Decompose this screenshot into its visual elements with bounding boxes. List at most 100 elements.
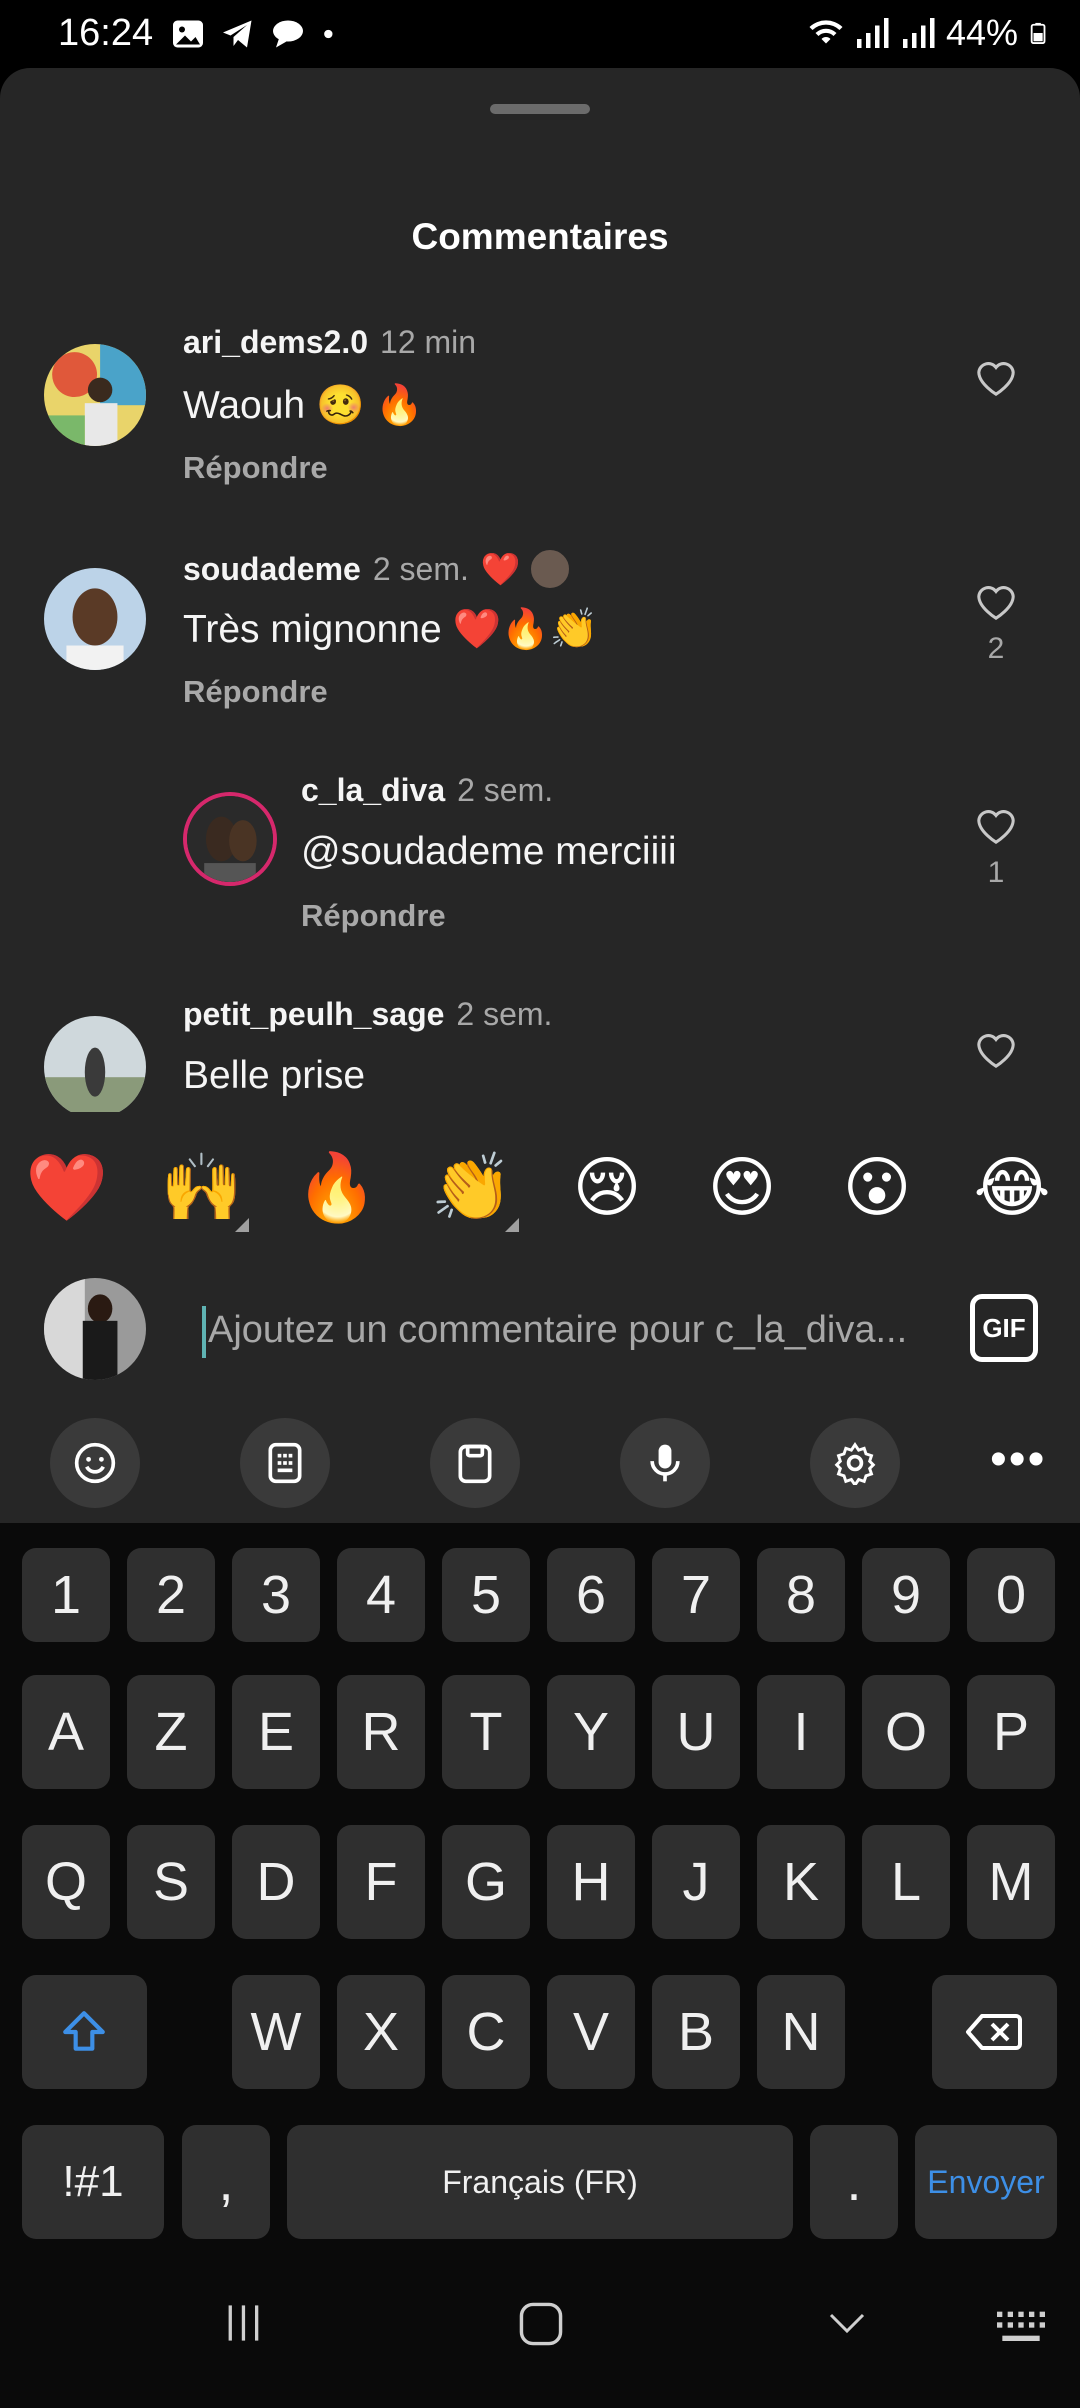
key-l[interactable]: L (862, 1825, 950, 1939)
status-time: 16:24 (58, 12, 154, 54)
reaction-clap[interactable]: 👏 (427, 1142, 519, 1232)
comment-time: 2 sem. (372, 550, 469, 587)
key-z[interactable]: Z (127, 1675, 215, 1789)
keyboard-toolbar: ••• (0, 1410, 1080, 1520)
key-o[interactable]: O (862, 1675, 950, 1789)
reaction-surprised[interactable]: 😮 (832, 1142, 922, 1232)
key-i[interactable]: I (757, 1675, 845, 1789)
symbols-key[interactable]: !#1 (22, 2125, 164, 2239)
shift-key[interactable] (22, 1975, 147, 2089)
key-h[interactable]: H (547, 1825, 635, 1939)
comment-text: Belle prise (183, 1054, 366, 1097)
clipboard-button[interactable] (430, 1418, 520, 1508)
smiley-icon (74, 1442, 116, 1484)
like-button[interactable] (966, 1028, 1026, 1070)
keyboard-settings-button[interactable] (810, 1418, 900, 1508)
reaction-fire[interactable]: 🔥 (292, 1142, 382, 1232)
gif-button[interactable]: GIF (970, 1294, 1038, 1362)
backspace-key[interactable] (932, 1975, 1057, 2089)
like-button[interactable]: 1 (966, 804, 1026, 890)
key-s[interactable]: S (127, 1825, 215, 1939)
heart-icon (977, 1034, 1015, 1068)
key-3[interactable]: 3 (232, 1548, 320, 1642)
comment-username[interactable]: ari_dems2.0 (183, 324, 368, 361)
more-options-icon[interactable]: ••• (990, 1436, 1046, 1484)
key-n[interactable]: N (757, 1975, 845, 2089)
key-t[interactable]: T (442, 1675, 530, 1789)
key-9[interactable]: 9 (862, 1548, 950, 1642)
clipboard-icon (458, 1444, 492, 1484)
telegram-icon (223, 20, 252, 48)
like-button[interactable] (966, 356, 1026, 398)
home-icon[interactable] (518, 2301, 564, 2347)
reply-button[interactable]: Répondre (301, 898, 446, 934)
comment-header: petit_peulh_sage 2 sem. (183, 996, 552, 1033)
comment-username[interactable]: c_la_diva (301, 772, 445, 809)
key-w[interactable]: W (232, 1975, 320, 2089)
reaction-laughing[interactable]: 😂 (967, 1142, 1057, 1232)
key-4[interactable]: 4 (337, 1548, 425, 1642)
key-m[interactable]: M (967, 1825, 1055, 1939)
avatar[interactable] (44, 344, 146, 446)
system-icons: 44% (808, 12, 1050, 54)
key-x[interactable]: X (337, 1975, 425, 2089)
key-d[interactable]: D (232, 1825, 320, 1939)
send-key[interactable]: Envoyer (915, 2125, 1057, 2239)
period-key[interactable]: . (810, 2125, 898, 2239)
chat-icon (273, 20, 303, 48)
space-key[interactable]: Français (FR) (287, 2125, 793, 2239)
like-count: 2 (987, 632, 1005, 665)
reply-button[interactable]: Répondre (183, 674, 328, 710)
key-g[interactable]: G (442, 1825, 530, 1939)
recent-apps-icon[interactable] (222, 2301, 266, 2345)
key-p[interactable]: P (967, 1675, 1055, 1789)
key-v[interactable]: V (547, 1975, 635, 2089)
comma-key[interactable]: , (182, 2125, 270, 2239)
key-f[interactable]: F (337, 1825, 425, 1939)
emoji-keyboard-button[interactable] (50, 1418, 140, 1508)
key-e[interactable]: E (232, 1675, 320, 1789)
key-q[interactable]: Q (22, 1825, 110, 1939)
key-u[interactable]: U (652, 1675, 740, 1789)
avatar[interactable] (44, 568, 146, 670)
like-button[interactable]: 2 (966, 580, 1026, 666)
voice-input-button[interactable] (620, 1418, 710, 1508)
reaction-heart[interactable]: ❤️ (22, 1142, 112, 1232)
key-8[interactable]: 8 (757, 1548, 845, 1642)
key-1[interactable]: 1 (22, 1548, 110, 1642)
creator-liked-badge: ❤️ (480, 551, 521, 587)
avatar[interactable] (44, 1016, 146, 1112)
key-j[interactable]: J (652, 1825, 740, 1939)
sheet-drag-handle[interactable] (490, 104, 590, 114)
key-y[interactable]: Y (547, 1675, 635, 1789)
comment-text: @soudademe merciiii (301, 830, 677, 873)
comment-username[interactable]: soudademe (183, 551, 361, 588)
comment-time: 2 sem. (457, 772, 554, 808)
keyboard-mode-button[interactable] (240, 1418, 330, 1508)
avatar-story-ring[interactable] (183, 792, 277, 886)
key-k[interactable]: K (757, 1825, 845, 1939)
comments-list[interactable]: ari_dems2.0 12 min Waouh 🥴 🔥 Répondre so… (0, 300, 1080, 1112)
reaction-raised-hands[interactable]: 🙌 (157, 1142, 249, 1232)
comment-time: 12 min (380, 324, 477, 360)
hide-keyboard-icon[interactable] (822, 2303, 872, 2343)
comment-input-placeholder: Ajoutez un commentaire pour c_la_diva... (208, 1309, 908, 1351)
key-0[interactable]: 0 (967, 1548, 1055, 1642)
key-6[interactable]: 6 (547, 1548, 635, 1642)
key-a[interactable]: A (22, 1675, 110, 1789)
comment-time: 2 sem. (456, 996, 553, 1032)
comment-header: soudademe 2 sem. ❤️ (183, 548, 571, 590)
comment-input[interactable]: Ajoutez un commentaire pour c_la_diva... (202, 1300, 922, 1360)
key-b[interactable]: B (652, 1975, 740, 2089)
text-cursor (202, 1305, 206, 1358)
key-7[interactable]: 7 (652, 1548, 740, 1642)
key-2[interactable]: 2 (127, 1548, 215, 1642)
comment-username[interactable]: petit_peulh_sage (183, 996, 444, 1033)
reaction-crying[interactable]: 😢 (562, 1142, 652, 1232)
reply-button[interactable]: Répondre (183, 450, 328, 486)
reaction-heart-eyes[interactable]: 😍 (697, 1142, 787, 1232)
keyboard-switch-icon[interactable] (994, 2309, 1048, 2349)
key-5[interactable]: 5 (442, 1548, 530, 1642)
key-c[interactable]: C (442, 1975, 530, 2089)
key-r[interactable]: R (337, 1675, 425, 1789)
